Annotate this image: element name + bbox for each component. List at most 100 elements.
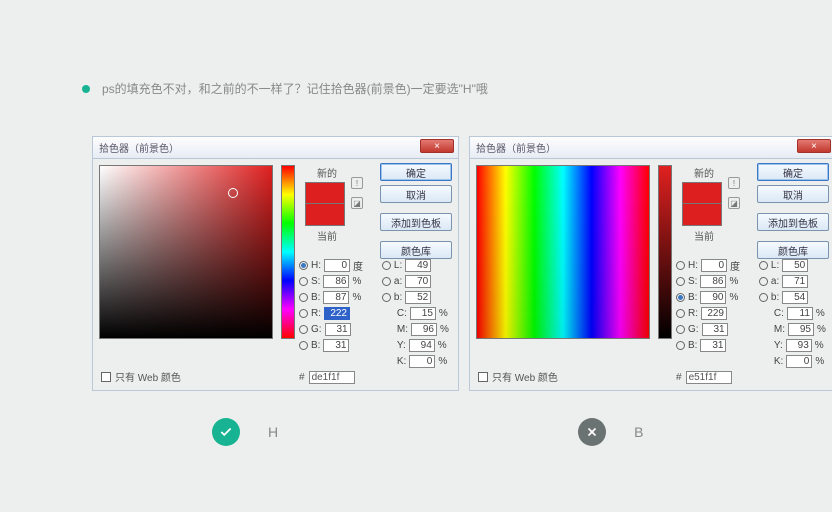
badge-h-label: H [268, 424, 278, 440]
input-y[interactable]: 94 [409, 339, 435, 352]
hue-slider[interactable] [658, 165, 672, 339]
radio-l[interactable] [759, 261, 768, 270]
input-g[interactable]: 31 [702, 323, 728, 336]
input-y[interactable]: 93 [786, 339, 812, 352]
swatch-new[interactable] [305, 182, 345, 204]
input-hex[interactable]: de1f1f [309, 371, 355, 384]
websafe-icon[interactable]: ◪ [351, 197, 363, 209]
input-k[interactable]: 0 [786, 355, 812, 368]
websafe-icon[interactable]: ◪ [728, 197, 740, 209]
radio-bb[interactable] [382, 293, 391, 302]
radio-bb[interactable] [759, 293, 768, 302]
label-r: R: [311, 308, 321, 319]
close-button[interactable]: × [420, 139, 454, 153]
warning-icon[interactable]: ! [728, 177, 740, 189]
unit-b: % [729, 292, 741, 303]
input-a[interactable]: 71 [782, 275, 808, 288]
color-field[interactable] [476, 165, 650, 339]
input-h[interactable]: 0 [701, 259, 727, 272]
radio-g[interactable] [299, 325, 308, 334]
input-l[interactable]: 49 [405, 259, 431, 272]
add-swatch-button[interactable]: 添加到色板 [380, 213, 452, 231]
input-bb[interactable]: 54 [782, 291, 808, 304]
input-s[interactable]: 86 [323, 275, 349, 288]
ok-button[interactable]: 确定 [757, 163, 829, 181]
radio-b[interactable] [299, 293, 308, 302]
label-bl: B: [688, 340, 697, 351]
titlebar[interactable]: 拾色器（前景色） × [470, 137, 832, 159]
label-s: S: [688, 276, 697, 287]
add-swatch-button[interactable]: 添加到色板 [757, 213, 829, 231]
hue-slider[interactable] [281, 165, 295, 339]
label-s: S: [311, 276, 320, 287]
label-a: a: [394, 276, 402, 287]
swatch-current[interactable] [682, 204, 722, 226]
ok-button[interactable]: 确定 [380, 163, 452, 181]
web-only-checkbox[interactable] [478, 372, 488, 382]
input-bl[interactable]: 31 [323, 339, 349, 352]
radio-r[interactable] [676, 309, 685, 318]
input-r[interactable]: 229 [701, 307, 727, 320]
swatch-current[interactable] [305, 204, 345, 226]
input-b[interactable]: 87 [323, 291, 349, 304]
label-h: H: [688, 260, 698, 271]
swatch-current-label: 当前 [305, 228, 349, 243]
input-c[interactable]: 15 [410, 307, 436, 320]
label-b: B: [688, 292, 697, 303]
tip-text: ps的填充色不对，和之前的不一样了？记住拾色器(前景色)一定要选"H"哦 [102, 80, 488, 97]
input-a[interactable]: 70 [405, 275, 431, 288]
radio-h[interactable] [299, 261, 308, 270]
label-y: Y: [397, 340, 406, 351]
unit-s: % [729, 276, 741, 287]
input-h[interactable]: 0 [324, 259, 350, 272]
web-only-checkbox[interactable] [101, 372, 111, 382]
radio-a[interactable] [382, 277, 391, 286]
cancel-button[interactable]: 取消 [380, 185, 452, 203]
close-button[interactable]: × [797, 139, 831, 153]
label-g: G: [311, 324, 322, 335]
swatch-current-label: 当前 [682, 228, 726, 243]
badge-b-label: B [634, 424, 643, 440]
input-r[interactable]: 222 [324, 307, 350, 320]
label-bl: B: [311, 340, 320, 351]
hex-label: # [299, 372, 305, 383]
label-b: B: [311, 292, 320, 303]
titlebar[interactable]: 拾色器（前景色） × [93, 137, 458, 159]
input-hex[interactable]: e51f1f [686, 371, 732, 384]
swatch-new-label: 新的 [305, 165, 349, 180]
input-m[interactable]: 96 [411, 323, 437, 336]
label-bb: b: [394, 292, 402, 303]
radio-s[interactable] [299, 277, 308, 286]
input-k[interactable]: 0 [409, 355, 435, 368]
input-s[interactable]: 86 [700, 275, 726, 288]
input-bl[interactable]: 31 [700, 339, 726, 352]
color-field[interactable] [99, 165, 273, 339]
input-c[interactable]: 11 [787, 307, 813, 320]
dialog-title: 拾色器（前景色） [476, 140, 556, 155]
radio-b[interactable] [676, 293, 685, 302]
input-m[interactable]: 95 [788, 323, 814, 336]
radio-bl[interactable] [299, 341, 308, 350]
radio-g[interactable] [676, 325, 685, 334]
radio-l[interactable] [382, 261, 391, 270]
label-k: K: [397, 356, 406, 367]
label-g: G: [688, 324, 699, 335]
check-icon [212, 418, 240, 446]
input-l[interactable]: 50 [782, 259, 808, 272]
web-only-label: 只有 Web 颜色 [492, 369, 558, 384]
radio-r[interactable] [299, 309, 308, 318]
input-g[interactable]: 31 [325, 323, 351, 336]
radio-h[interactable] [676, 261, 685, 270]
warning-icon[interactable]: ! [351, 177, 363, 189]
radio-s[interactable] [676, 277, 685, 286]
radio-bl[interactable] [676, 341, 685, 350]
swatch-new-label: 新的 [682, 165, 726, 180]
input-bb[interactable]: 52 [405, 291, 431, 304]
cancel-button[interactable]: 取消 [757, 185, 829, 203]
web-only-label: 只有 Web 颜色 [115, 369, 181, 384]
input-b[interactable]: 90 [700, 291, 726, 304]
color-picker-dialog-b: 拾色器（前景色） × 新的 当前 ! ◪ 确定 取消 添加到色板 颜色库 [469, 136, 832, 391]
radio-a[interactable] [759, 277, 768, 286]
label-y: Y: [774, 340, 783, 351]
swatch-new[interactable] [682, 182, 722, 204]
